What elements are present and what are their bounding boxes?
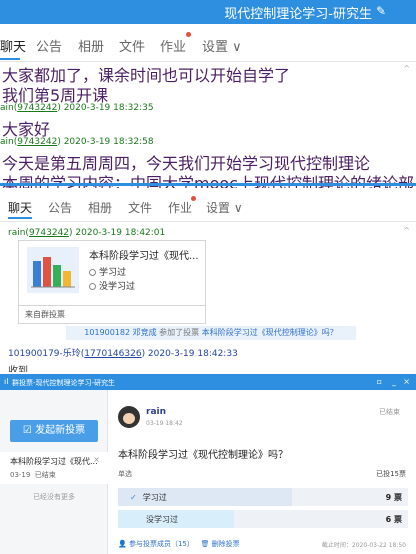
- no-more-text: 已经没有更多: [33, 493, 75, 501]
- deadline-text: 截止时间：2020-03-22 18:50: [321, 542, 406, 549]
- tab-files[interactable]: 文件: [119, 36, 145, 55]
- tab-announcement[interactable]: 公告: [36, 36, 62, 55]
- radio-icon: [89, 269, 96, 276]
- poll-card[interactable]: 本科阶段学习过《现代... 学习过 没学习过: [18, 240, 206, 306]
- tab-bar: 聊天 公告 相册 文件 作业 设置 ∨: [0, 188, 416, 222]
- divider: [0, 183, 416, 186]
- system-notice: 101900182 邓竞成 参加了投票 本科阶段学习过《现代控制理论》吗？: [66, 326, 356, 340]
- edit-icon: ☑: [22, 425, 36, 436]
- participants-link[interactable]: 👤 参与投票成员（15）: [118, 540, 194, 548]
- vote-option-label: 没学习过: [146, 515, 178, 524]
- vote-detail: rain 03-19 18:42 已结束 本科阶段学习过《现代控制理论》吗？ 单…: [108, 390, 416, 554]
- poll-chart-icon: [27, 247, 79, 293]
- vote-footer-actions: 👤 参与投票成员（15） 🗑 删除投票: [118, 539, 240, 549]
- vote-option-count: 6 票: [385, 515, 402, 524]
- tab-files[interactable]: 文件: [128, 199, 152, 216]
- chat-window-2: 聊天 公告 相册 文件 作业 设置 ∨ ^ rain(9743242) 2020…: [0, 188, 416, 372]
- message-text: 收到: [8, 366, 28, 372]
- tab-settings[interactable]: 设置 ∨: [206, 199, 243, 216]
- vote-list-meta: 03-19 已结束: [10, 471, 56, 479]
- tab-homework[interactable]: 作业: [160, 36, 186, 55]
- tab-settings[interactable]: 设置 ∨: [202, 36, 242, 55]
- scroll-up-icon[interactable]: ^: [403, 64, 410, 73]
- avatar[interactable]: [118, 406, 140, 428]
- minimize-icon[interactable]: _: [392, 377, 396, 386]
- user-id-link[interactable]: 9743242: [17, 137, 57, 147]
- user-id-link[interactable]: 1770146326: [84, 349, 141, 359]
- vote-option-label: ✓ 学习过: [130, 493, 167, 502]
- tab-chat[interactable]: 聊天: [8, 199, 32, 216]
- tab-homework[interactable]: 作业: [168, 199, 192, 216]
- tab-announcement[interactable]: 公告: [48, 199, 72, 216]
- tab-bar: 聊天 公告 相册 文件 作业 设置 ∨: [0, 24, 416, 62]
- window-title: 群投票-现代控制理论学习-研究生: [12, 379, 116, 387]
- close-icon[interactable]: ×: [403, 377, 410, 386]
- message-meta: rain(9743242) 2020-3-19 18:42:01: [8, 228, 166, 238]
- check-icon: ✓: [130, 493, 137, 502]
- delete-vote-link[interactable]: 🗑 删除投票: [201, 540, 240, 548]
- poll-option[interactable]: 学习过: [89, 265, 126, 278]
- vote-list-title: 本科阶段学习过《现代...: [10, 457, 98, 466]
- poll-card-footer: 来自群投票: [18, 306, 206, 324]
- tab-album[interactable]: 相册: [88, 199, 112, 216]
- active-tab-indicator: [0, 58, 20, 60]
- vote-total: 已投15票: [376, 470, 406, 478]
- vote-list-item[interactable]: 本科阶段学习过《现代... × 03-19 已结束: [0, 452, 108, 484]
- poll-link[interactable]: 本科阶段学习过《现代控制理论》吗？: [202, 328, 338, 337]
- notification-dot: [186, 32, 191, 37]
- tab-album[interactable]: 相册: [78, 36, 104, 55]
- edit-title-icon[interactable]: ✎: [376, 4, 386, 18]
- status-badge: 已结束: [379, 408, 400, 416]
- vote-question: 本科阶段学习过《现代控制理论》吗？: [118, 450, 288, 461]
- trash-icon: 🗑: [200, 540, 210, 548]
- poll-title: 本科阶段学习过《现代...: [89, 251, 199, 262]
- vote-option-count: 9 票: [385, 493, 402, 502]
- title-bar: 现代控制理论学习-研究生 ✎: [0, 0, 416, 24]
- poll-option[interactable]: 没学习过: [89, 279, 135, 292]
- tab-chat[interactable]: 聊天: [0, 36, 26, 55]
- message-meta: ain(9743242) 2020-3-19 18:32:35: [0, 103, 154, 113]
- radio-icon: [89, 283, 96, 290]
- bar-chart-icon: [31, 257, 75, 288]
- author-name[interactable]: rain: [146, 407, 166, 417]
- title-bar: ıl 群投票-现代控制理论学习-研究生 ▫ _ ×: [0, 374, 416, 390]
- pin-icon[interactable]: ▫: [377, 377, 382, 386]
- active-tab-indicator: [8, 217, 32, 219]
- user-id-link[interactable]: 9743242: [17, 103, 57, 113]
- new-vote-button[interactable]: ☑ 发起新投票: [10, 420, 98, 442]
- window-title: 现代控制理论学习-研究生: [224, 7, 372, 22]
- vote-type: 单选: [118, 470, 132, 478]
- vote-sidebar: ☑ 发起新投票 本科阶段学习过《现代... × 03-19 已结束 已经没有更多: [0, 390, 108, 554]
- close-icon[interactable]: ×: [93, 455, 100, 464]
- user-id-link[interactable]: 9743242: [29, 228, 69, 238]
- chat-window-1: 现代控制理论学习-研究生 ✎ 聊天 公告 相册 文件 作业 设置 ∨ 大家都加了…: [0, 0, 416, 188]
- group-vote-window: ıl 群投票-现代控制理论学习-研究生 ▫ _ × ☑ 发起新投票 本科阶段学习…: [0, 374, 416, 554]
- scroll-up-icon[interactable]: ^: [403, 226, 410, 235]
- vote-icon: ıl: [4, 377, 9, 386]
- message-meta: 101900179-乐玲(1770146326) 2020-3-19 18:42…: [8, 349, 238, 359]
- vote-option[interactable]: 没学习过 6 票: [118, 510, 408, 528]
- author-time: 03-19 18:42: [146, 420, 183, 427]
- vote-option[interactable]: ✓ 学习过 9 票: [118, 488, 408, 506]
- message-meta: ain(9743242) 2020-3-19 18:32:58: [0, 137, 154, 147]
- notification-dot: [191, 196, 196, 201]
- person-icon: 👤: [118, 540, 127, 548]
